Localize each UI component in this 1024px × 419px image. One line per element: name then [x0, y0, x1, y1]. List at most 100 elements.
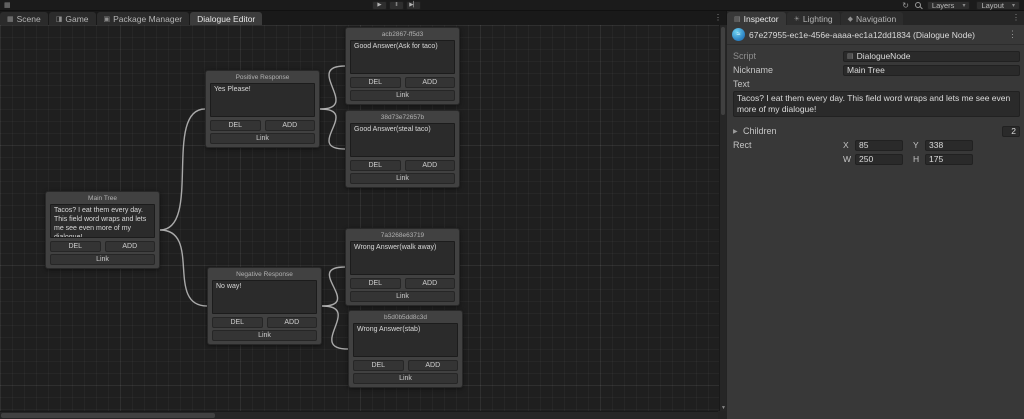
game-icon: ◨	[55, 15, 63, 23]
pause-button[interactable]: ‖	[389, 1, 404, 10]
vertical-scrollbar[interactable]: ▼	[719, 25, 726, 411]
package-icon: ▣	[103, 15, 111, 23]
node-text-field[interactable]: Tacos? I eat them every day. This field …	[50, 204, 155, 238]
tab-inspector[interactable]: ▤ Inspector	[727, 12, 786, 25]
main-area: Main Tree Tacos? I eat them every day. T…	[0, 25, 1024, 419]
node-del-button[interactable]: DEL	[350, 160, 401, 171]
node-add-button[interactable]: ADD	[404, 160, 455, 171]
tab-package-manager[interactable]: ▣ Package Manager	[96, 12, 190, 25]
tab-navigation[interactable]: ◆ Navigation	[840, 12, 904, 25]
rect-row-wh: W 250 H 175	[733, 153, 1020, 165]
play-button[interactable]: ▶	[372, 1, 387, 10]
inspector-title: 67e27955-ec1e-456e-aaaa-ec1a12dd1834 (Di…	[749, 29, 975, 40]
script-value: DialogueNode	[856, 50, 911, 61]
dialogue-node-wrong-answer-walk[interactable]: 7a3268e63719 Wrong Answer(walk away) DEL…	[345, 228, 460, 306]
tab-label: Game	[65, 13, 89, 24]
node-text-field[interactable]: No way!	[212, 280, 317, 314]
vertical-scrollbar-thumb[interactable]	[721, 27, 725, 115]
header-menu-icon[interactable]: ⋮	[1006, 29, 1019, 40]
graph-canvas[interactable]: Main Tree Tacos? I eat them every day. T…	[0, 25, 726, 419]
nickname-label: Nickname	[733, 65, 774, 75]
scrollbar-corner	[718, 411, 726, 419]
lighting-icon: ☀	[793, 15, 800, 23]
tab-dialogue-editor[interactable]: Dialogue Editor	[190, 12, 263, 25]
inspector-body: Script ▤ DialogueNode Nickname Main Tree…	[727, 45, 1024, 165]
node-link-button[interactable]: Link	[212, 330, 317, 341]
children-row[interactable]: ▶ Children 2	[733, 125, 1020, 137]
horizontal-scrollbar-thumb[interactable]	[1, 413, 215, 418]
node-text-field[interactable]: Wrong Answer(stab)	[353, 323, 458, 357]
node-del-button[interactable]: DEL	[353, 360, 404, 371]
step-button[interactable]: ▶▏	[406, 1, 421, 10]
script-field[interactable]: ▤ DialogueNode	[843, 50, 1020, 62]
tab-lighting[interactable]: ☀ Lighting	[786, 12, 840, 25]
node-text-field[interactable]: Wrong Answer(walk away)	[350, 241, 455, 275]
node-del-button[interactable]: DEL	[210, 120, 261, 131]
text-label-row: Text	[733, 78, 1020, 90]
children-count-field[interactable]: 2	[1002, 125, 1020, 137]
node-del-button[interactable]: DEL	[350, 77, 401, 88]
inspector-window-menu-icon[interactable]: ⋮	[1012, 13, 1020, 22]
nickname-row: Nickname Main Tree	[733, 64, 1020, 76]
text-field[interactable]: Tacos? I eat them every day. This field …	[733, 91, 1020, 117]
node-del-button[interactable]: DEL	[212, 317, 263, 328]
node-title: Positive Response	[235, 74, 290, 81]
dialogue-node-negative-response[interactable]: Negative Response No way! DEL ADD Link	[207, 267, 322, 345]
node-title: 7a3268e63719	[380, 232, 425, 239]
search-icon[interactable]	[914, 2, 921, 8]
editor-window-menu-icon[interactable]: ⋮	[714, 13, 722, 22]
dialogue-node-good-answer-steal[interactable]: 38d73e72657b Good Answer(steal taco) DEL…	[345, 110, 460, 188]
rect-w-label: W	[843, 154, 852, 164]
inspector-header: ≈ 67e27955-ec1e-456e-aaaa-ec1a12dd1834 (…	[727, 25, 1024, 45]
layout-dropdown[interactable]: Layout ▾	[976, 0, 1020, 10]
node-add-button[interactable]: ADD	[104, 241, 155, 252]
tab-label: Scene	[16, 13, 41, 24]
rect-h-label: H	[913, 154, 920, 164]
text-label: Text	[733, 79, 750, 89]
rect-y-field[interactable]: 338	[925, 139, 973, 151]
tab-label: Package Manager	[113, 13, 183, 24]
node-link-button[interactable]: Link	[350, 291, 455, 302]
node-add-button[interactable]: ADD	[404, 278, 455, 289]
node-link-button[interactable]: Link	[350, 173, 455, 184]
node-link-button[interactable]: Link	[350, 90, 455, 101]
layers-dropdown[interactable]: Layers ▾	[926, 0, 971, 10]
node-add-button[interactable]: ADD	[266, 317, 317, 328]
node-title: acb2867-ff5d3	[381, 31, 424, 38]
node-title: b5d0b5dd8c3d	[383, 314, 427, 321]
tab-game[interactable]: ◨ Game	[48, 12, 96, 25]
node-text-field[interactable]: Good Answer(steal taco)	[350, 123, 455, 157]
top-menubar: ▦ ▶ ‖ ▶▏ ↻ Layers ▾ Layout ▾	[0, 0, 1024, 11]
rect-h-field[interactable]: 175	[925, 153, 973, 165]
node-link-button[interactable]: Link	[210, 133, 315, 144]
dialogue-node-positive-response[interactable]: Positive Response Yes Please! DEL ADD Li…	[205, 70, 320, 148]
history-icon[interactable]: ↻	[902, 1, 909, 10]
node-add-button[interactable]: ADD	[407, 360, 458, 371]
dialogue-node-main-tree[interactable]: Main Tree Tacos? I eat them every day. T…	[45, 191, 160, 269]
node-link-button[interactable]: Link	[353, 373, 458, 384]
dialogue-node-good-answer-ask[interactable]: acb2867-ff5d3 Good Answer(Ask for taco) …	[345, 27, 460, 105]
node-text-field[interactable]: Yes Please!	[210, 83, 315, 117]
tab-scene[interactable]: ▦ Scene	[0, 12, 48, 25]
dialogue-node-wrong-answer-stab[interactable]: b5d0b5dd8c3d Wrong Answer(stab) DEL ADD …	[348, 310, 463, 388]
node-del-button[interactable]: DEL	[50, 241, 101, 252]
node-del-button[interactable]: DEL	[350, 278, 401, 289]
node-text-field[interactable]: Good Answer(Ask for taco)	[350, 40, 455, 74]
node-link-button[interactable]: Link	[50, 254, 155, 265]
play-controls: ▶ ‖ ▶▏	[372, 1, 421, 10]
tab-label: Inspector	[743, 13, 779, 24]
foldout-icon[interactable]: ▶	[733, 128, 743, 135]
horizontal-scrollbar[interactable]	[0, 411, 718, 419]
node-add-button[interactable]: ADD	[404, 77, 455, 88]
rect-w-field[interactable]: 250	[855, 153, 903, 165]
node-title: Negative Response	[236, 271, 293, 278]
chevron-down-icon: ▾	[962, 2, 966, 9]
tab-strip: ▦ Scene ◨ Game ▣ Package Manager Dialogu…	[0, 11, 1024, 25]
nickname-field[interactable]: Main Tree	[843, 64, 1020, 76]
rect-x-field[interactable]: 85	[855, 139, 903, 151]
node-add-button[interactable]: ADD	[264, 120, 315, 131]
dialogue-node-icon: ≈	[732, 28, 745, 41]
node-title: Main Tree	[88, 195, 117, 202]
chevron-down-icon: ▾	[1011, 2, 1015, 9]
script-row: Script ▤ DialogueNode	[733, 50, 1020, 62]
